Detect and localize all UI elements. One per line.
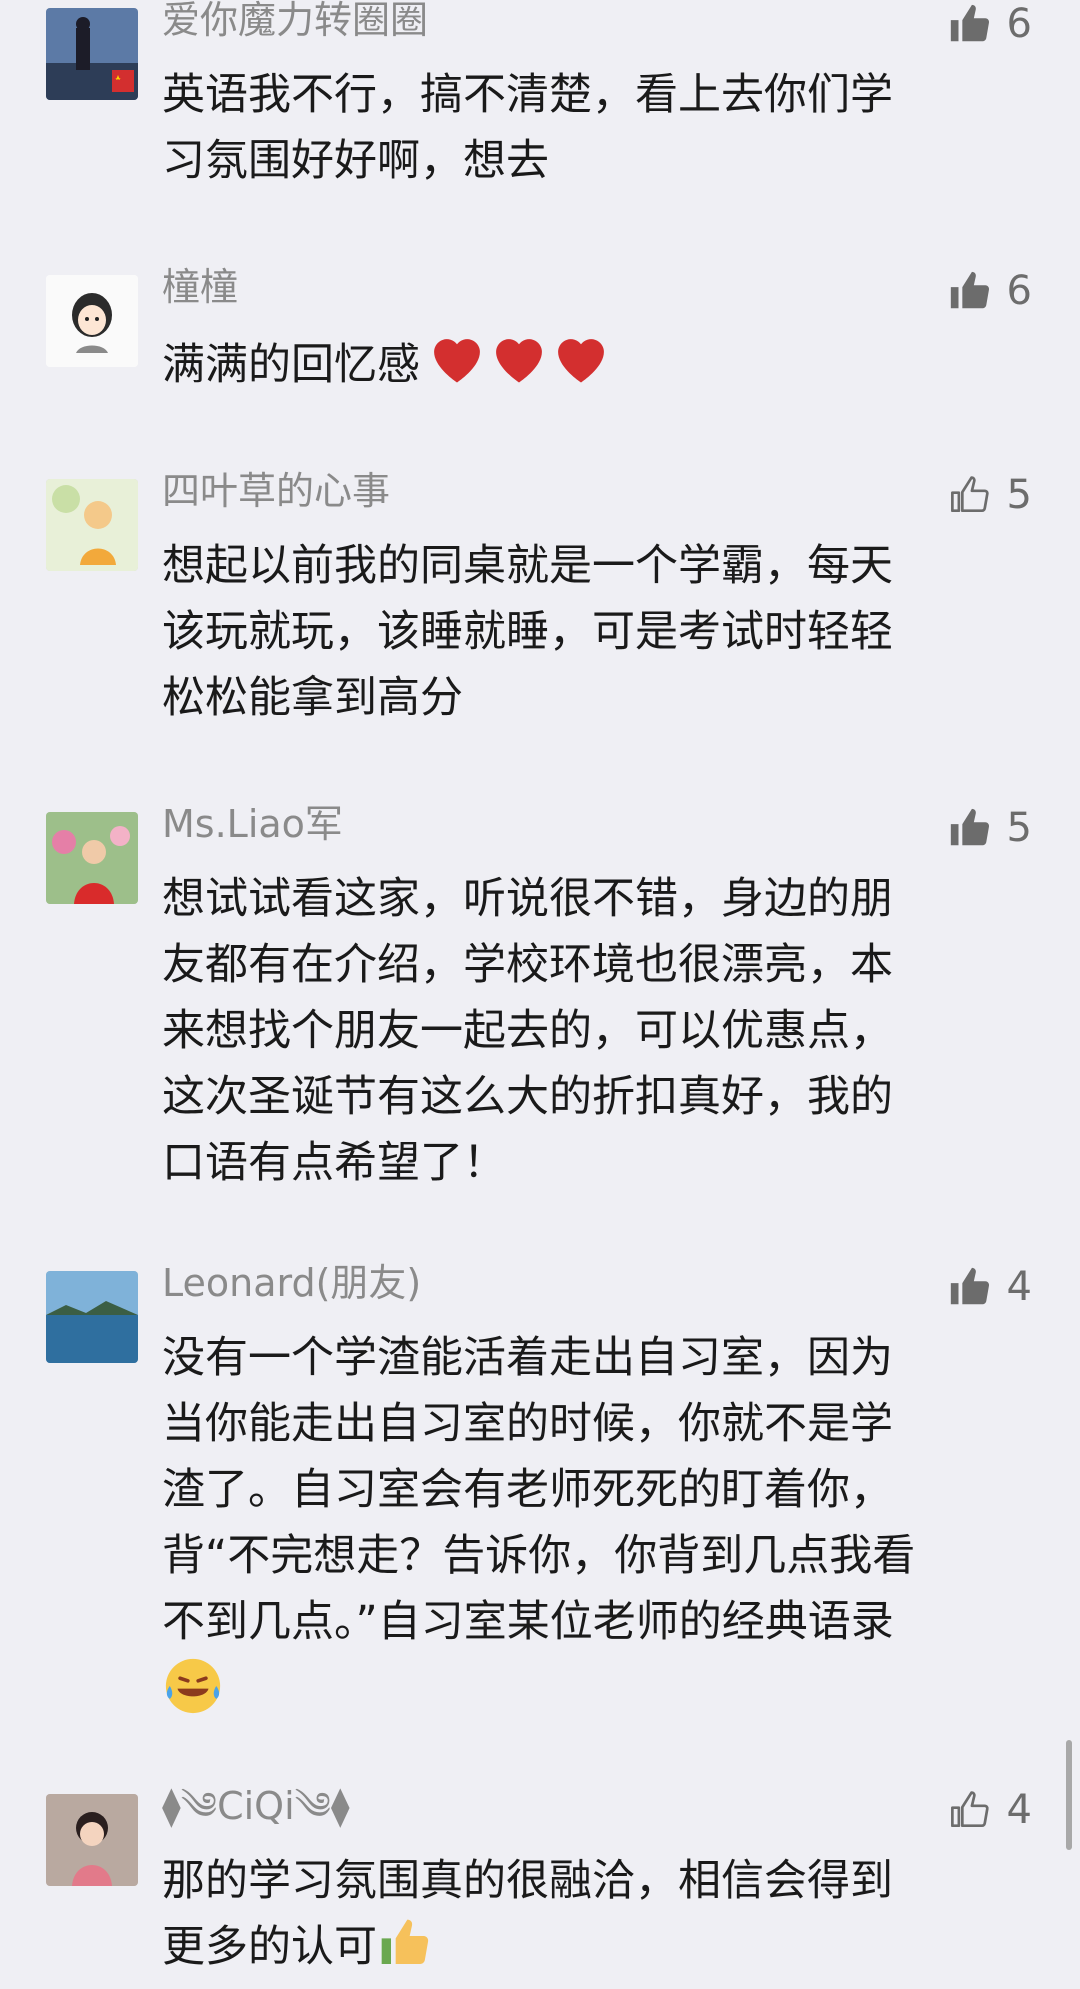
avatar-cartoon-girl-icon xyxy=(46,275,138,367)
heart-emoji-group xyxy=(426,329,612,404)
avatar[interactable] xyxy=(46,479,138,571)
like-count: 5 xyxy=(1006,805,1032,851)
heart-icon xyxy=(434,339,480,383)
comment-text-content: 没有一个学渣能活着走出自习室，因为 当你能走出自习室的时候，你就不是学 渣了。自… xyxy=(162,1333,916,1647)
comment-text: 想起以前我的同桌就是一个学霸，每天 该玩就玩，该睡就睡，可是考试时轻轻 松松能拿… xyxy=(162,541,893,723)
like-button[interactable]: 6 xyxy=(947,263,1032,319)
comment-text-content: 那的学习氛围真的很融洽，相信会得到 更多的认可 xyxy=(162,1856,893,1972)
commenter-name[interactable]: 爱你魔力转圈圈 xyxy=(162,0,428,48)
heart-icon xyxy=(558,339,604,383)
avatar[interactable] xyxy=(46,812,138,904)
like-count: 5 xyxy=(1006,472,1032,518)
comment-text-content: 满满的回忆感 xyxy=(162,340,420,390)
avatar-little-girl-icon xyxy=(46,1794,138,1886)
like-button[interactable]: 4 xyxy=(947,1259,1032,1315)
like-count: 4 xyxy=(1006,1264,1032,1310)
commenter-name[interactable]: 四叶草的心事 xyxy=(162,463,390,519)
avatar-woman-flowers-icon xyxy=(46,812,138,904)
tears-of-joy-icon xyxy=(165,1658,221,1714)
comment-text: 英语我不行，搞不清楚，看上去你们学 习氛围好好啊，想去 xyxy=(162,70,893,186)
thumbs-up-icon xyxy=(950,4,989,42)
avatar[interactable] xyxy=(46,1271,138,1363)
like-button[interactable]: 4 xyxy=(947,1782,1032,1838)
comment-text: 满满的回忆感 xyxy=(162,329,1022,404)
thumbs-up-outline-icon xyxy=(950,1791,989,1828)
like-button[interactable]: 6 xyxy=(947,0,1032,52)
commenter-name[interactable]: ⧫༄CiQi༄⧫ xyxy=(162,1778,350,1834)
avatar-illustrated-child-icon xyxy=(46,479,138,571)
heart-icon xyxy=(496,339,542,383)
like-count: 6 xyxy=(1006,1,1032,47)
like-count: 6 xyxy=(1006,268,1032,314)
thumbs-up-emoji-icon xyxy=(381,1919,429,1964)
scrollbar[interactable] xyxy=(1066,1740,1072,1850)
avatar[interactable] xyxy=(46,1794,138,1886)
like-count: 4 xyxy=(1006,1787,1032,1833)
comment-text: 想试试看这家，听说很不错，身边的朋 友都有在介绍，学校环境也很漂亮，本 来想找个… xyxy=(162,874,893,1188)
commenter-name[interactable]: Ms.Liao军 xyxy=(162,796,343,852)
avatar[interactable] xyxy=(46,275,138,367)
thumbs-up-outline-icon xyxy=(950,476,989,513)
thumbs-up-icon xyxy=(950,271,989,309)
avatar-night-city-icon xyxy=(46,8,138,100)
like-button[interactable]: 5 xyxy=(947,467,1032,523)
thumbs-up-icon xyxy=(950,808,989,846)
comment-text: 那的学习氛围真的很融洽，相信会得到 更多的认可 xyxy=(162,1848,1022,1980)
thumbs-up-icon xyxy=(950,1267,989,1305)
commenter-name[interactable]: 橦橦 xyxy=(162,259,238,315)
commenter-name[interactable]: Leonard(朋友) xyxy=(162,1255,421,1311)
like-button[interactable]: 5 xyxy=(947,800,1032,856)
avatar-lake-landscape-icon xyxy=(46,1271,138,1363)
avatar[interactable] xyxy=(46,8,138,100)
comment-text: 没有一个学渣能活着走出自习室，因为 当你能走出自习室的时候，你就不是学 渣了。自… xyxy=(162,1325,1022,1726)
